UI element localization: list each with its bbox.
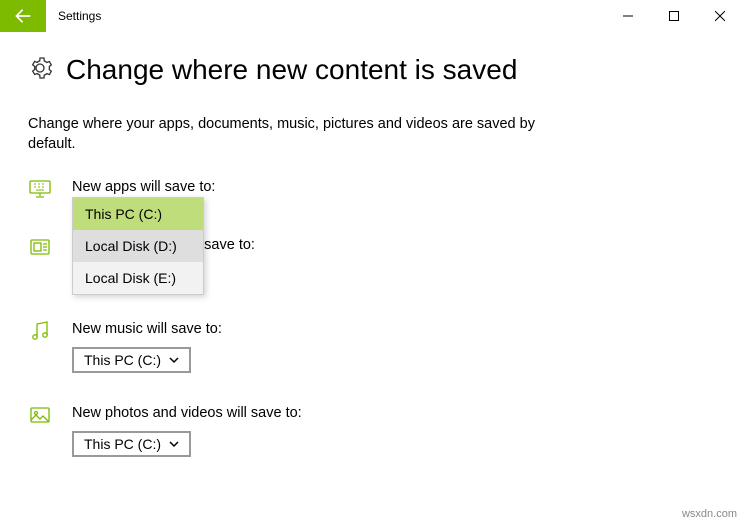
photos-dropdown[interactable]: This PC (C:) — [72, 431, 191, 457]
chevron-down-icon — [167, 437, 181, 451]
gear-icon — [28, 56, 52, 85]
apps-label: New apps will save to: — [72, 179, 715, 195]
documents-icon — [28, 235, 52, 259]
dropdown-option-d[interactable]: Local Disk (D:) — [73, 230, 203, 262]
apps-icon — [28, 177, 52, 201]
back-button[interactable] — [0, 0, 46, 32]
maximize-icon — [669, 11, 679, 21]
content-area: Change where new content is saved Change… — [0, 32, 743, 457]
close-button[interactable] — [697, 0, 743, 32]
photos-icon — [28, 403, 52, 427]
setting-photos: New photos and videos will save to: This… — [28, 405, 715, 457]
music-label: New music will save to: — [72, 321, 715, 337]
photos-dropdown-value: This PC (C:) — [84, 436, 161, 452]
maximize-button[interactable] — [651, 0, 697, 32]
page-description: Change where your apps, documents, music… — [28, 114, 568, 155]
titlebar: Settings — [0, 0, 743, 32]
apps-dropdown-list: This PC (C:) Local Disk (D:) Local Disk … — [72, 197, 204, 295]
page-header: Change where new content is saved — [28, 54, 715, 86]
minimize-button[interactable] — [605, 0, 651, 32]
window-controls — [605, 0, 743, 32]
page-title: Change where new content is saved — [66, 54, 517, 86]
music-dropdown[interactable]: This PC (C:) — [72, 347, 191, 373]
dropdown-option-e[interactable]: Local Disk (E:) — [73, 262, 203, 294]
window-title: Settings — [46, 0, 605, 32]
music-dropdown-value: This PC (C:) — [84, 352, 161, 368]
music-icon — [28, 319, 52, 343]
chevron-down-icon — [167, 353, 181, 367]
dropdown-option-c[interactable]: This PC (C:) — [73, 198, 203, 230]
minimize-icon — [623, 11, 633, 21]
back-arrow-icon — [13, 6, 33, 26]
photos-label: New photos and videos will save to: — [72, 405, 715, 421]
close-icon — [715, 11, 725, 21]
setting-apps: New apps will save to: This PC (C:) Loca… — [28, 179, 715, 205]
watermark: wsxdn.com — [682, 508, 737, 520]
setting-music: New music will save to: This PC (C:) — [28, 321, 715, 373]
